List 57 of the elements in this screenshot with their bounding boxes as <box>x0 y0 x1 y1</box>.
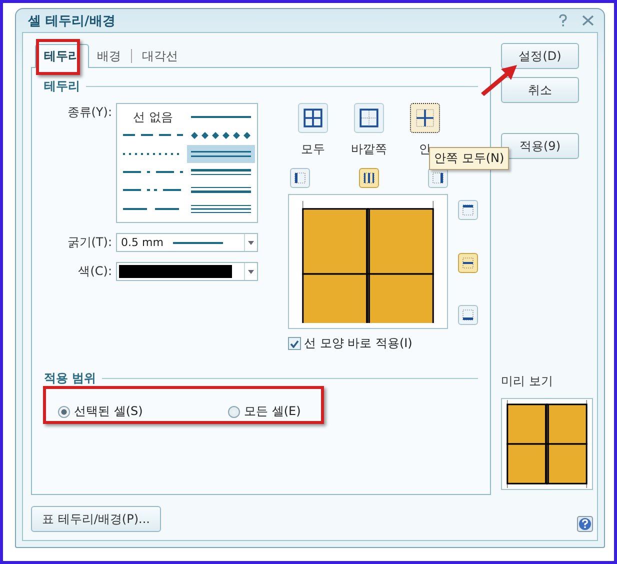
border-preset-button[interactable]: 바깥쪽 <box>344 103 394 158</box>
border-preset-icon <box>410 103 440 133</box>
line-style-icon <box>123 134 183 136</box>
field-label: 색(C): <box>77 263 113 280</box>
dialog-button[interactable]: 설정(D) <box>501 43 579 69</box>
table-border-button[interactable]: 표 테두리/배경(P)... <box>31 506 161 532</box>
border-edge-icon <box>431 171 445 185</box>
caret-icon[interactable] <box>248 270 254 274</box>
border-edge-icon <box>461 256 475 270</box>
close-icon[interactable] <box>582 15 594 26</box>
scope-radio[interactable]: 모든 셀(E) <box>228 403 398 420</box>
line-style-list[interactable]: 선 없음 <box>116 103 258 223</box>
line-thickness-icon <box>173 242 224 244</box>
line-style-icon <box>191 116 251 118</box>
arrow-icon <box>479 63 519 97</box>
border-edge-icon <box>293 171 307 185</box>
apply-now-checkbox[interactable]: 선 모양 바로 적용(I) <box>288 335 478 352</box>
line-style-option[interactable]: 선 없음 <box>119 108 187 126</box>
edge-toggle-button[interactable] <box>359 168 379 188</box>
line-style-icon <box>191 132 251 139</box>
highlight-frame <box>36 39 80 75</box>
line-style-icon <box>123 189 183 192</box>
tooltip: 안쪽 모두(N) <box>429 147 510 170</box>
edge-toggle-button[interactable] <box>458 252 478 272</box>
edge-toggle-button[interactable] <box>428 168 448 188</box>
border-edge-icon <box>362 171 376 185</box>
help-icon[interactable] <box>577 516 593 532</box>
section-title: 적용 범위 <box>44 370 96 387</box>
edge-toggle-button[interactable] <box>458 200 478 220</box>
tab[interactable]: 대각선 <box>134 45 186 68</box>
section-title: 테두리 <box>44 78 80 95</box>
line-style-icon <box>191 204 251 213</box>
tab[interactable]: 배경 <box>89 45 129 68</box>
border-edge-icon <box>461 203 475 217</box>
border-edge-icon <box>461 308 475 322</box>
dialog-button[interactable]: 취소 <box>501 77 579 103</box>
line-style-option[interactable] <box>187 144 255 163</box>
border-preset-icon <box>298 103 328 133</box>
field-label: 종류(Y): <box>66 104 113 121</box>
line-style-label: 선 없음 <box>133 108 173 126</box>
edge-toggle-button[interactable] <box>458 305 478 325</box>
caret-icon[interactable] <box>248 240 254 244</box>
scope-radio[interactable]: 선택된 셀(S) <box>58 403 228 420</box>
line-style-icon <box>123 170 183 173</box>
checkmark-icon <box>290 340 299 348</box>
edge-toggle-button[interactable] <box>290 168 310 188</box>
border-preset-icon <box>354 103 384 133</box>
line-style-icon <box>191 168 251 175</box>
color-dropdown[interactable] <box>116 262 258 281</box>
border-preset-button[interactable]: 모두 <box>288 103 338 158</box>
window-title: 셀 테두리/배경 <box>28 12 116 30</box>
thickness-dropdown[interactable]: 0.5 mm <box>116 233 258 252</box>
line-style-icon <box>191 187 251 194</box>
line-style-icon <box>191 150 251 157</box>
field-label: 굵기(T): <box>66 234 113 251</box>
help-icon[interactable] <box>558 14 568 27</box>
preview-label: 미리 보기 <box>501 373 554 390</box>
